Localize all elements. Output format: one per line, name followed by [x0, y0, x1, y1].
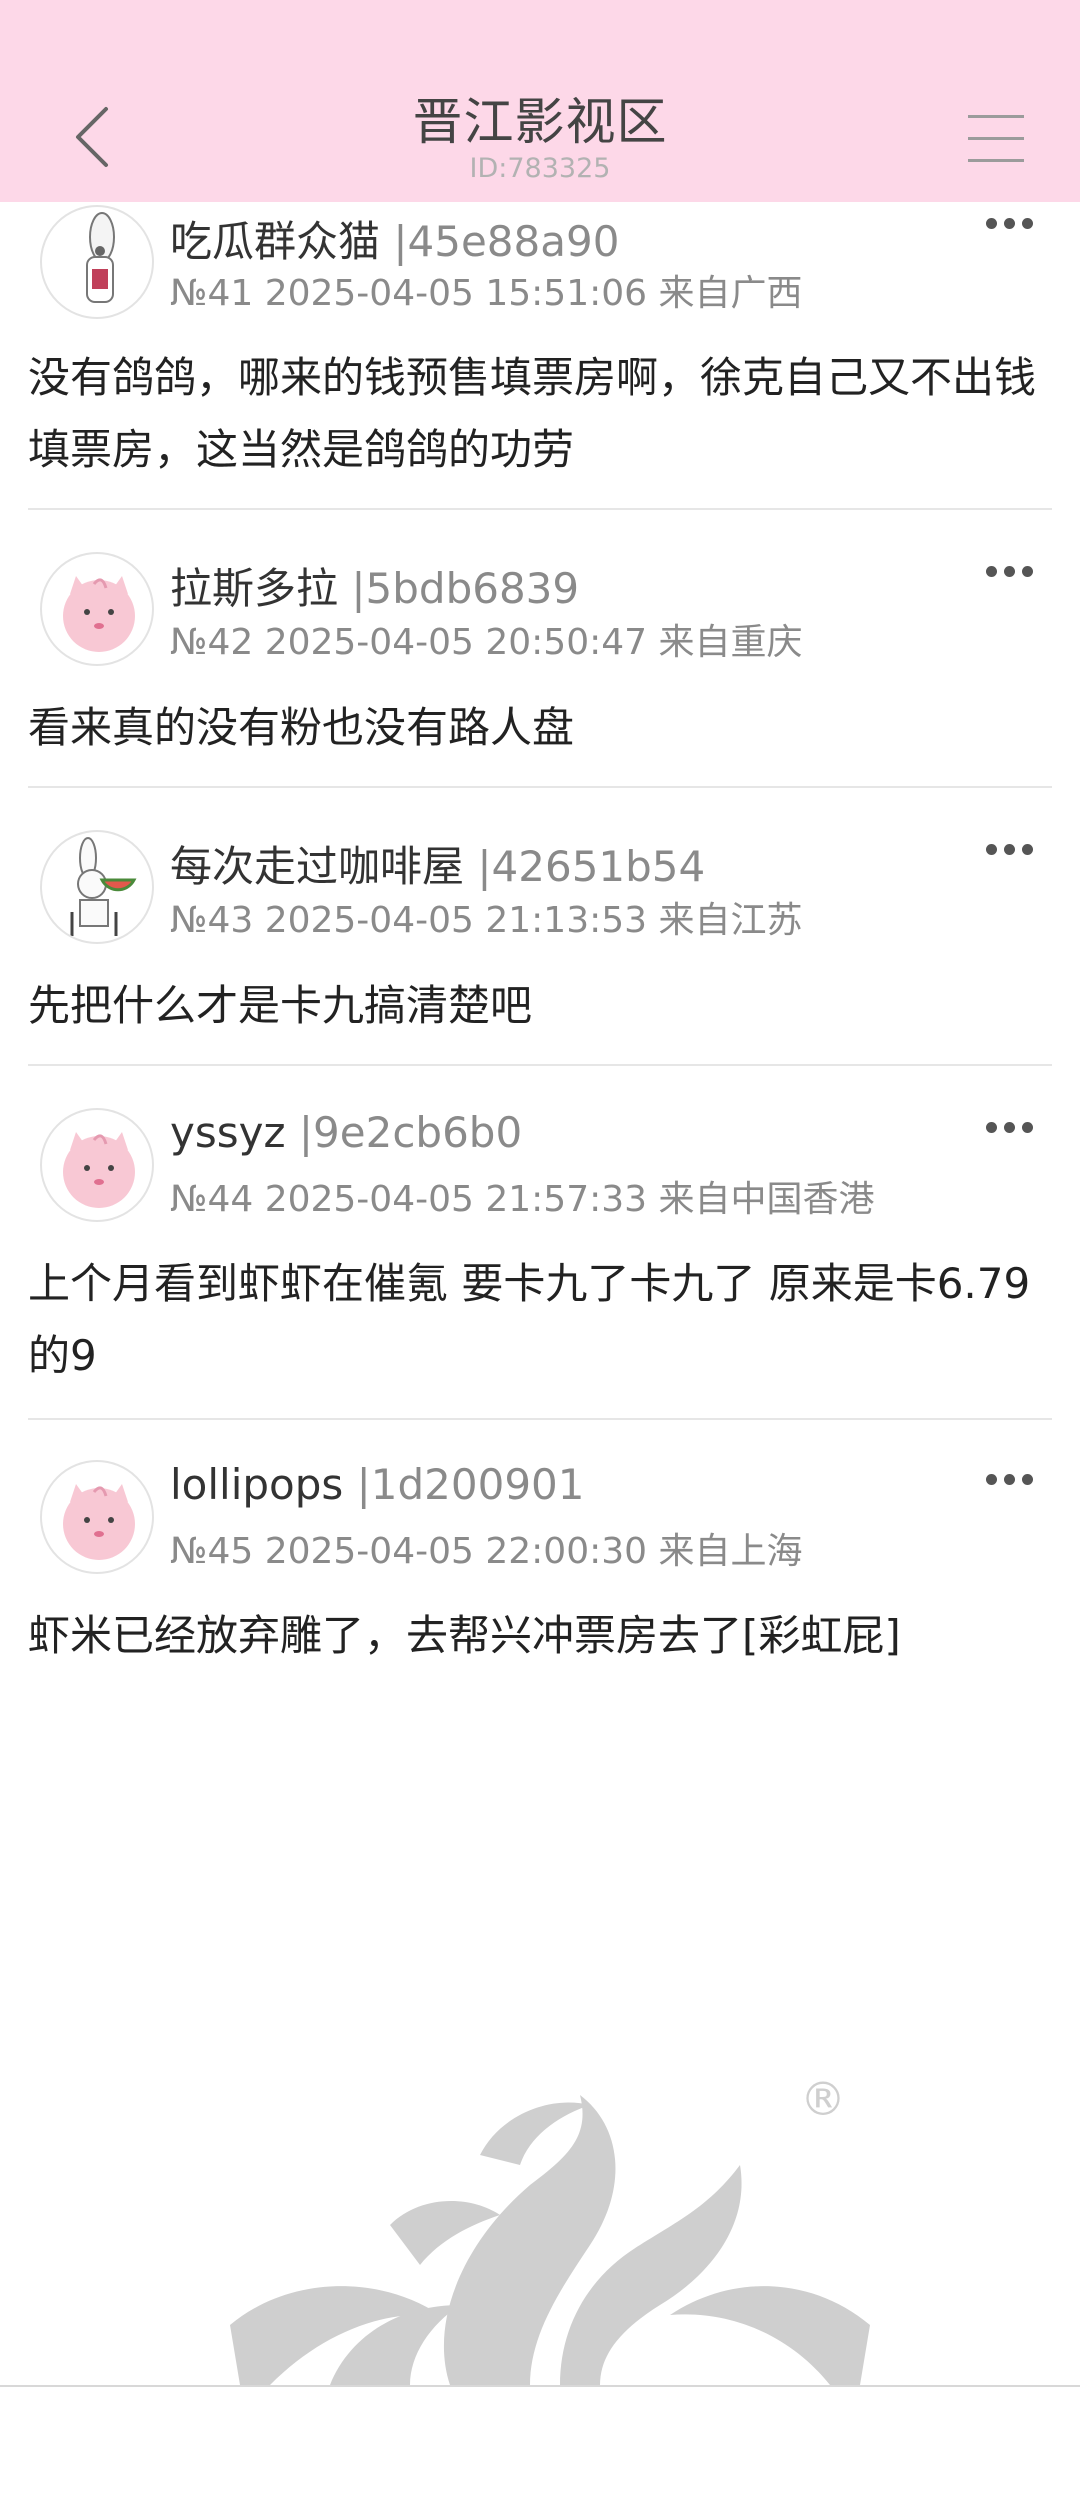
user-id: |45e88a90 — [393, 217, 620, 266]
username[interactable]: lollipops |1d200901 — [170, 1460, 585, 1509]
divider — [28, 1064, 1052, 1066]
divider — [28, 1418, 1052, 1420]
more-dots-icon — [986, 218, 997, 229]
registered-mark: ® — [800, 2075, 846, 2126]
user-id: |42651b54 — [477, 842, 706, 891]
avatar[interactable] — [40, 205, 154, 319]
more-dots-icon — [986, 566, 997, 577]
username[interactable]: 每次走过咖啡屋 |42651b54 — [170, 833, 705, 894]
more-dots-icon — [986, 1474, 997, 1485]
reply-meta: №41 2025-04-05 15:51:06 来自广西 — [170, 273, 803, 314]
reply-content: 先把什么才是卡九搞清楚吧 — [28, 981, 533, 1030]
avatar[interactable] — [40, 1460, 154, 1574]
bottom-divider — [0, 2385, 1080, 2387]
user-id: |9e2cb6b0 — [298, 1108, 523, 1157]
more-dots-icon — [986, 844, 997, 855]
user-id: |5bdb6839 — [351, 564, 580, 613]
more-options-button[interactable] — [986, 1474, 1034, 1488]
avatar[interactable] — [40, 1108, 154, 1222]
top-navigation-bar: 晋江影视区 ID:783325 — [0, 0, 1080, 202]
more-options-button[interactable] — [986, 218, 1034, 232]
username[interactable]: 拉斯多拉 |5bdb6839 — [170, 555, 579, 616]
username[interactable]: yssyz |9e2cb6b0 — [170, 1108, 522, 1157]
avatar[interactable] — [40, 830, 154, 944]
reply-meta: №44 2025-04-05 21:57:33 来自中国香港 — [170, 1179, 875, 1220]
reply-content: 上个月看到虾虾在催氪 要卡九了卡九了 原来是卡6.79的9 — [28, 1259, 1031, 1380]
reply-meta: №43 2025-04-05 21:13:53 来自江苏 — [170, 900, 803, 941]
reply-content: 看来真的没有粉也没有路人盘 — [28, 703, 575, 752]
page-title: 晋江影视区 — [412, 93, 668, 151]
reply-meta: №42 2025-04-05 20:50:47 来自重庆 — [170, 622, 803, 663]
hamburger-menu-icon — [968, 115, 1024, 118]
divider — [28, 508, 1052, 510]
more-options-button[interactable] — [986, 844, 1034, 858]
user-id: |1d200901 — [356, 1460, 585, 1509]
reply-content: 虾米已经放弃雕了，去帮兴冲票房去了[彩虹屁] — [28, 1611, 901, 1660]
reply-content: 没有鸽鸽，哪来的钱预售填票房啊，徐克自己又不出钱填票房，这当然是鸽鸽的功劳 — [28, 353, 1037, 474]
more-options-button[interactable] — [986, 1122, 1034, 1136]
username[interactable]: 吃瓜群众猫 |45e88a90 — [170, 208, 619, 269]
watermelon-rabbit-avatar-icon — [70, 837, 137, 936]
pink-puff-avatar-icon — [63, 1132, 135, 1208]
pink-puff-avatar-icon — [63, 1484, 135, 1560]
pink-puff-avatar-icon — [63, 576, 135, 652]
menu-button[interactable] — [968, 113, 1024, 163]
more-options-button[interactable] — [986, 566, 1034, 580]
more-dots-icon — [986, 1122, 997, 1133]
reply-meta: №45 2025-04-05 22:00:30 来自上海 — [170, 1531, 803, 1572]
jjwxc-logo-watermark: ® — [230, 2072, 870, 2385]
forum-id: ID:783325 — [469, 153, 611, 184]
divider — [28, 786, 1052, 788]
rabbit-avatar-icon — [86, 212, 115, 303]
avatar[interactable] — [40, 552, 154, 666]
